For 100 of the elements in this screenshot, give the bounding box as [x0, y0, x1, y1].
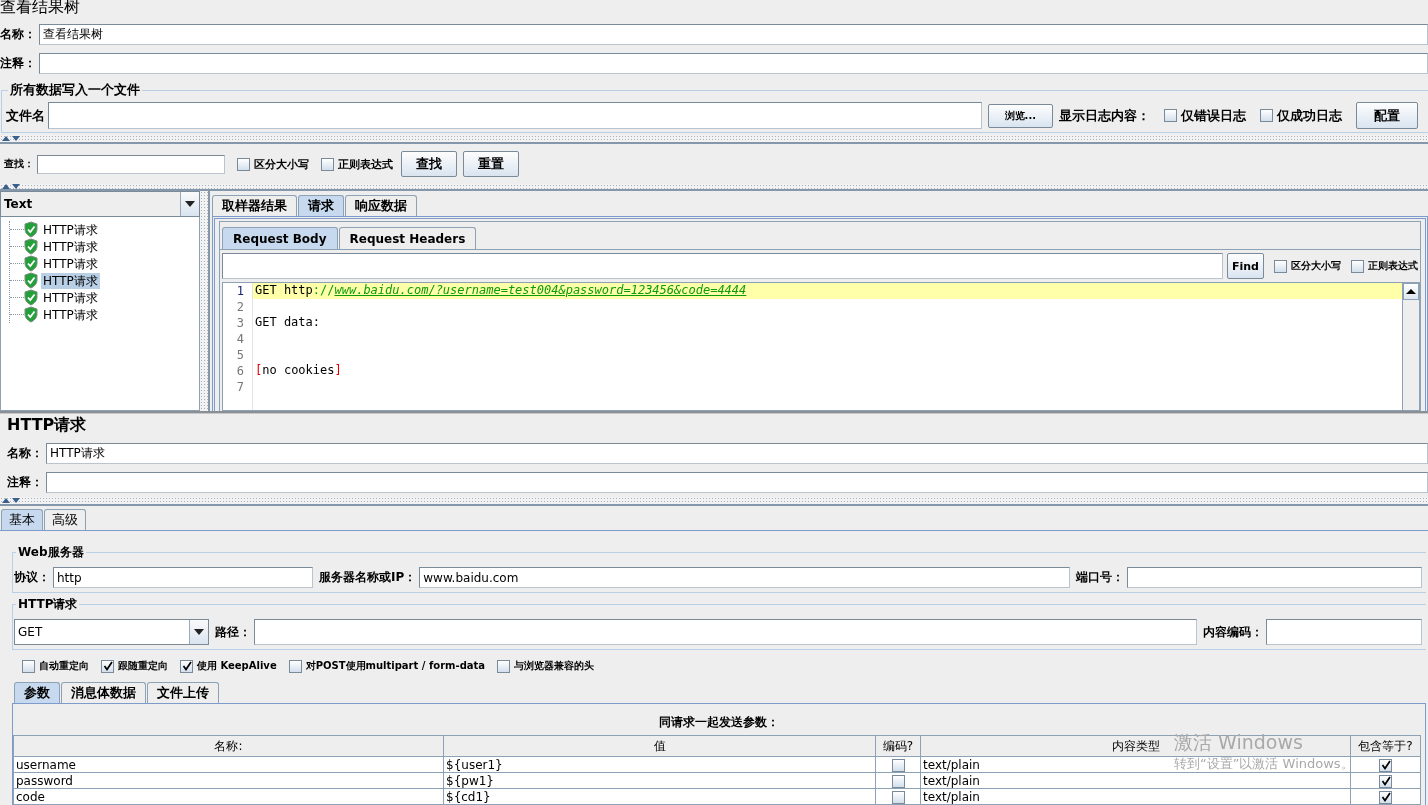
checkbox[interactable]: [22, 659, 35, 673]
checkbox[interactable]: [1164, 109, 1177, 122]
checkbox[interactable]: [321, 157, 334, 171]
caret-icon: [194, 629, 204, 635]
button[interactable]: 浏览...: [987, 103, 1053, 128]
field-label: 注释：: [7, 474, 43, 491]
input-field[interactable]: [1266, 619, 1422, 645]
field-label: 端口号：: [1076, 569, 1124, 586]
splitter-bar[interactable]: [200, 191, 210, 411]
tab[interactable]: 响应数据: [345, 195, 417, 216]
input-field[interactable]: [39, 53, 1428, 74]
button[interactable]: 查找: [401, 151, 457, 177]
shield-check-icon: [24, 238, 38, 255]
scrollbar[interactable]: [1402, 283, 1419, 410]
column-header[interactable]: 值: [653, 738, 666, 753]
line-number: 4: [223, 331, 253, 347]
tree-item[interactable]: HTTP请求: [41, 255, 100, 272]
table-cell: username: [13, 756, 444, 773]
checkbox-label: 使用 KeepAlive: [197, 659, 277, 673]
input-field[interactable]: http: [53, 567, 313, 588]
checkbox-label: 仅成功日志: [1277, 106, 1342, 125]
checkbox[interactable]: [497, 659, 511, 673]
button[interactable]: 重置: [463, 151, 519, 177]
checkbox[interactable]: [288, 659, 302, 673]
input-field[interactable]: HTTP请求: [46, 443, 1428, 464]
checkbox-label: 自动重定向: [39, 659, 89, 673]
tree-item[interactable]: HTTP请求: [41, 289, 100, 306]
button[interactable]: 配置: [1356, 102, 1418, 129]
checkbox[interactable]: [1379, 758, 1392, 772]
checkbox[interactable]: [1379, 774, 1392, 788]
checkbox[interactable]: [891, 758, 905, 772]
tab[interactable]: 请求: [298, 195, 344, 216]
column-header[interactable]: 名称:: [214, 738, 243, 753]
table-cell: ${cd1}: [443, 788, 876, 805]
code-line: [no cookies]: [254, 363, 343, 379]
tree-item[interactable]: HTTP请求: [41, 306, 100, 323]
tab[interactable]: Request Headers: [338, 227, 477, 249]
group-title: HTTP请求: [17, 596, 79, 613]
tab[interactable]: 取样器结果: [212, 195, 297, 216]
tab[interactable]: 基本: [1, 509, 43, 530]
field-label: 名称：: [7, 445, 43, 462]
checkbox[interactable]: [1379, 790, 1392, 804]
button[interactable]: Find: [1227, 253, 1264, 279]
line-number: 2: [223, 299, 253, 315]
group-title: 所有数据写入一个文件: [9, 81, 141, 99]
checkbox-label: 区分大小写: [1291, 259, 1341, 273]
arrow-up-icon: [2, 136, 10, 141]
input-field[interactable]: [222, 253, 1223, 279]
checkbox[interactable]: [1260, 109, 1273, 122]
tree-item[interactable]: HTTP请求: [41, 272, 100, 289]
field-label: 路径：: [215, 623, 251, 641]
checkbox[interactable]: [237, 157, 250, 171]
table-cell: password: [13, 772, 444, 789]
checkbox[interactable]: [891, 774, 905, 788]
input-field[interactable]: [254, 619, 1197, 645]
field-label: 注释：: [0, 55, 36, 72]
table-cell: text/plain: [920, 772, 1351, 789]
checkbox[interactable]: [1274, 259, 1287, 273]
input-field[interactable]: 查看结果树: [39, 24, 1428, 45]
shield-check-icon: [24, 289, 38, 306]
splitter-bar[interactable]: [0, 135, 1428, 144]
column-header[interactable]: 内容类型: [1111, 738, 1160, 753]
shield-check-icon: [24, 221, 38, 238]
table-caption: 同请求一起发送参数：: [658, 714, 780, 731]
tree-item[interactable]: HTTP请求: [41, 221, 100, 238]
arrow-up-icon: [1406, 289, 1416, 294]
checkbox[interactable]: [101, 659, 114, 673]
tab[interactable]: 消息体数据: [61, 682, 146, 703]
shield-check-icon: [24, 255, 38, 272]
dropdown[interactable]: GET: [14, 619, 209, 645]
tab[interactable]: 文件上传: [147, 682, 219, 703]
tab[interactable]: 参数: [14, 682, 60, 703]
activation-hint: 转到“设置”以激活 Windows。: [1174, 755, 1354, 773]
checkbox[interactable]: [180, 659, 193, 673]
input-field[interactable]: [37, 154, 225, 174]
checkbox-label: 与浏览器兼容的头: [514, 659, 595, 673]
input-field[interactable]: [1127, 567, 1422, 588]
activation-title: 激活 Windows: [1174, 730, 1303, 754]
table-cell: text/plain: [920, 788, 1351, 805]
group-title: Web服务器: [17, 544, 85, 561]
input-field[interactable]: [48, 102, 982, 129]
field-label: 名称：: [0, 26, 36, 43]
table-cell: ${pw1}: [443, 772, 876, 789]
tab[interactable]: 高级: [44, 509, 86, 530]
input-field[interactable]: www.baidu.com: [419, 567, 1070, 588]
tab[interactable]: Request Body: [222, 227, 338, 249]
checkbox-label: 对POST使用multipart / form-data: [305, 659, 486, 673]
checkbox-label: 正则表达式: [338, 156, 393, 172]
scroll-up-button[interactable]: [1403, 283, 1419, 300]
input-field[interactable]: [46, 472, 1428, 493]
checkbox[interactable]: [1351, 259, 1364, 273]
field-label: 服务器名称或IP：: [319, 569, 417, 586]
splitter-bar[interactable]: [0, 497, 1428, 506]
arrow-down-icon: [12, 184, 20, 189]
checkbox[interactable]: [891, 790, 905, 804]
tree-item[interactable]: HTTP请求: [41, 238, 100, 255]
code-line: GET data:: [254, 315, 322, 331]
field-label: 协议：: [14, 569, 50, 586]
dropdown[interactable]: Text: [0, 191, 200, 217]
splitter-bar[interactable]: [0, 184, 1428, 191]
